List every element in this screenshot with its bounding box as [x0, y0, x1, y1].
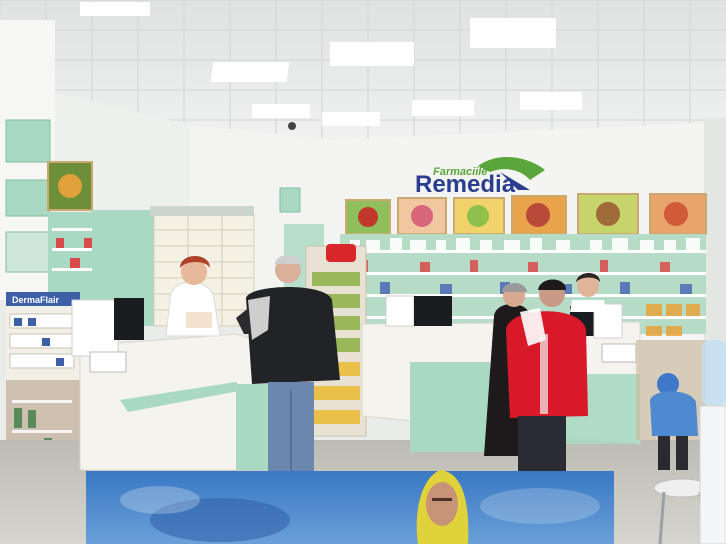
- stand-label: DermaFlair: [12, 295, 60, 305]
- security-camera: [288, 122, 296, 130]
- monitor: [114, 298, 144, 340]
- tower-badge: [326, 244, 356, 262]
- counter-poster: [385, 295, 415, 327]
- pharmacy-photo: Farmaciile Remedia DermaFlair: [0, 0, 726, 544]
- pharmacy-scene: Farmaciile Remedia DermaFlair: [0, 0, 726, 544]
- wall-box: [5, 231, 51, 273]
- ceiling-light: [80, 2, 150, 16]
- ceiling-light: [520, 92, 582, 110]
- wall-box: [5, 119, 51, 163]
- wall-box: [5, 179, 51, 217]
- ceiling-light: [252, 104, 310, 118]
- banner-face: [426, 482, 458, 526]
- wall-posters: [345, 193, 707, 235]
- counter-panel: [410, 362, 490, 452]
- overlay-banner: [86, 470, 614, 544]
- ceiling-light: [470, 18, 556, 48]
- ceiling-light: [330, 42, 414, 66]
- sign-big-text: Remedia: [415, 171, 516, 198]
- ceiling-light: [210, 62, 290, 82]
- counter-note: [89, 351, 127, 373]
- ceiling-light: [412, 100, 474, 116]
- counter-poster: [71, 299, 119, 357]
- ceiling-light: [322, 112, 380, 126]
- counter-note: [601, 343, 637, 363]
- monitor: [414, 296, 452, 326]
- water-cooler: [699, 340, 726, 544]
